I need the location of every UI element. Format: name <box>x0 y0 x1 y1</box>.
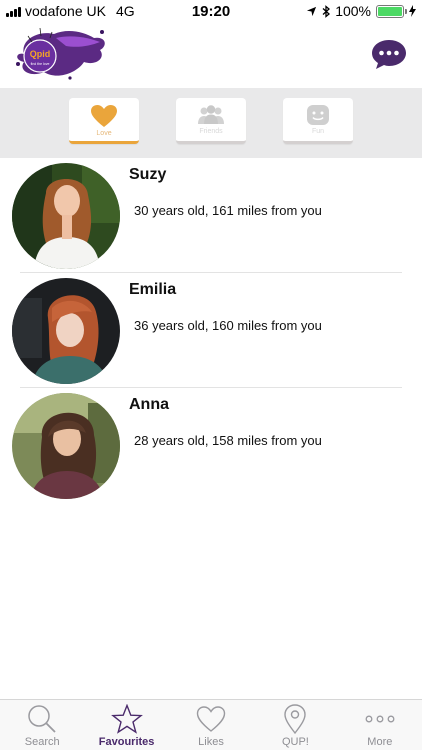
battery-icon <box>376 4 407 18</box>
profile-details: 30 years old, 161 miles from you <box>134 203 322 218</box>
charging-bolt-icon <box>409 5 416 17</box>
profile-row-anna[interactable]: Anna 28 years old, 158 miles from you <box>0 388 422 503</box>
avatar <box>12 393 120 499</box>
tabbar-likes[interactable]: Likes <box>169 700 253 750</box>
heart-icon <box>91 105 117 127</box>
profile-name: Emilia <box>129 281 177 298</box>
profile-details: 36 years old, 160 miles from you <box>134 318 322 333</box>
app-header: Qpid find the love <box>0 22 422 88</box>
logo-text: Qpid <box>30 49 51 59</box>
more-dots-icon <box>365 715 395 723</box>
profile-row-emilia[interactable]: Emilia 36 years old, 160 miles from you <box>0 273 422 388</box>
tabbar-favourites[interactable]: Favourites <box>84 700 168 750</box>
bottom-tab-bar: Search Favourites Likes QUP! More <box>0 699 422 750</box>
profile-name: Suzy <box>129 166 167 183</box>
status-bar: vodafone UK 4G 19:20 100% <box>0 0 422 22</box>
tabbar-more[interactable]: More <box>338 700 422 750</box>
status-right: 100% <box>306 3 416 19</box>
tab-friends[interactable]: Friends <box>176 98 246 144</box>
profile-details: 28 years old, 158 miles from you <box>134 433 322 448</box>
tabbar-qup[interactable]: QUP! <box>253 700 337 750</box>
qpid-logo[interactable]: Qpid find the love <box>10 24 108 84</box>
tab-friends-label: Friends <box>199 128 223 135</box>
tabbar-search-label: Search <box>24 736 60 748</box>
chat-bubble-icon[interactable] <box>371 38 407 70</box>
battery-percent: 100% <box>335 3 371 19</box>
tabbar-likes-label: Likes <box>198 736 224 748</box>
tabbar-qup-label: QUP! <box>281 736 309 748</box>
tabbar-more-label: More <box>367 736 393 748</box>
avatar <box>12 278 120 384</box>
bluetooth-icon <box>322 4 331 18</box>
logo-subtext: find the love <box>31 62 50 66</box>
profile-list: Suzy 30 years old, 161 miles from you Em… <box>0 158 422 503</box>
smiley-icon <box>307 105 329 125</box>
tab-love-label: Love <box>96 130 112 137</box>
search-icon <box>28 705 56 733</box>
category-tabs: Love Friends Fun <box>0 88 422 158</box>
tabbar-search[interactable]: Search <box>0 700 84 750</box>
tab-love[interactable]: Love <box>69 98 139 144</box>
tab-fun[interactable]: Fun <box>283 98 353 144</box>
location-pin-icon <box>284 704 307 734</box>
avatar <box>12 163 120 269</box>
star-icon <box>110 704 143 734</box>
people-icon <box>198 105 224 124</box>
profile-name: Anna <box>129 396 169 413</box>
profile-row-suzy[interactable]: Suzy 30 years old, 161 miles from you <box>0 158 422 273</box>
heart-outline-icon <box>196 706 226 732</box>
location-arrow-icon <box>307 6 317 16</box>
tab-fun-label: Fun <box>311 128 325 135</box>
tabbar-favourites-label: Favourites <box>98 736 155 748</box>
